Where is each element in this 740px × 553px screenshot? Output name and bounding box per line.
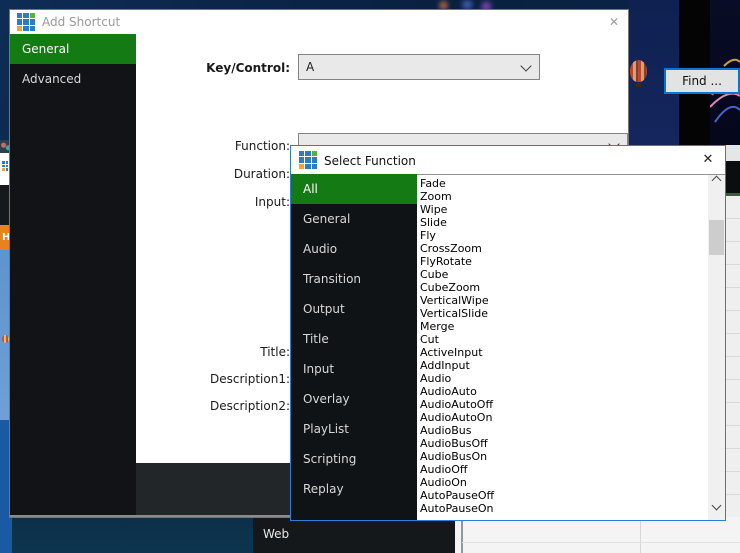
table-gridline — [462, 542, 740, 543]
add-shortcut-title: Add Shortcut — [42, 15, 120, 29]
chevron-down-icon — [520, 60, 531, 71]
title-label: Title: — [140, 345, 290, 359]
add-shortcut-sidebar: GeneralAdvanced — [10, 34, 136, 515]
function-list: FadeZoomWipeSlideFlyCrossZoomFlyRotateCu… — [417, 174, 708, 520]
function-list-item[interactable]: AudioAutoOn — [417, 411, 708, 424]
category-tab[interactable]: All — [291, 174, 417, 204]
function-list-item[interactable]: AudioBusOn — [417, 450, 708, 463]
function-list-item[interactable]: AudioOff — [417, 463, 708, 476]
function-list-item[interactable]: AudioAutoOff — [417, 398, 708, 411]
category-tab[interactable]: Output — [291, 294, 417, 324]
function-list-item[interactable]: AutoPauseOn — [417, 502, 708, 515]
function-list-item[interactable]: Wipe — [417, 203, 708, 216]
add-shortcut-titlebar[interactable]: Add Shortcut ✕ — [10, 10, 628, 34]
key-control-label: Key/Control: — [140, 61, 290, 75]
background-panel-dark — [726, 161, 740, 193]
close-icon[interactable]: ✕ — [699, 152, 717, 168]
duration-label: Duration: — [140, 167, 290, 181]
function-list-item[interactable]: AddInput — [417, 359, 708, 372]
sidebar-tab[interactable]: General — [10, 34, 136, 64]
function-list-item[interactable]: Fly — [417, 229, 708, 242]
function-list-item[interactable]: Slide — [417, 216, 708, 229]
table-divider — [640, 517, 641, 553]
category-tab[interactable]: Title — [291, 324, 417, 354]
vmix-logo-icon — [17, 13, 35, 31]
close-icon[interactable]: ✕ — [605, 14, 623, 30]
function-list-item[interactable]: VerticalSlide — [417, 307, 708, 320]
function-list-item[interactable]: Zoom — [417, 190, 708, 203]
chevron-up-icon — [712, 176, 722, 186]
function-list-item[interactable]: VerticalWipe — [417, 294, 708, 307]
function-list-item[interactable]: Audio — [417, 372, 708, 385]
chevron-down-icon — [712, 501, 722, 511]
scrollbar-thumb[interactable] — [709, 220, 724, 255]
background-panel-light — [726, 145, 740, 161]
function-list-item[interactable]: AudioBus — [417, 424, 708, 437]
function-list-item[interactable]: Cut — [417, 333, 708, 346]
balloon-basket — [636, 83, 641, 87]
function-list-item[interactable]: AudioOn — [417, 476, 708, 489]
input-label: Input: — [140, 195, 290, 209]
function-list-item[interactable]: Cube — [417, 268, 708, 281]
description1-label: Description1: — [140, 372, 290, 386]
web-tab-label[interactable]: Web — [263, 527, 289, 541]
find-button[interactable]: Find ... — [664, 68, 740, 94]
category-tab[interactable]: Input — [291, 354, 417, 384]
function-list-scrollbar[interactable] — [708, 174, 725, 520]
category-tab[interactable]: PlayList — [291, 414, 417, 444]
small-balloon-image — [2, 335, 9, 343]
description2-label: Description2: — [140, 399, 290, 413]
category-tab[interactable]: Audio — [291, 234, 417, 264]
function-list-item[interactable]: ActiveInput — [417, 346, 708, 359]
function-category-sidebar: AllGeneralAudioTransitionOutputTitleInpu… — [291, 174, 417, 520]
shortcut-list-background — [455, 517, 740, 553]
function-list-item[interactable]: FlyRotate — [417, 255, 708, 268]
scroll-down-button[interactable] — [708, 503, 725, 520]
function-list-item[interactable]: AutoPauseOff — [417, 489, 708, 502]
function-list-item[interactable]: Fade — [417, 177, 708, 190]
function-label: Function: — [140, 139, 290, 153]
select-function-title: Select Function — [324, 154, 416, 168]
key-control-combobox[interactable]: A — [298, 54, 540, 80]
select-function-dialog: Select Function ✕ AllGeneralAudioTransit… — [290, 145, 726, 521]
key-control-value: A — [306, 60, 314, 74]
desktop-wallpaper-bottom — [12, 517, 253, 553]
background-table-edge — [726, 196, 740, 553]
hot-air-balloon-image — [630, 60, 647, 82]
select-function-titlebar[interactable]: Select Function ✕ — [291, 146, 725, 174]
vmix-logo-icon — [299, 151, 317, 169]
function-list-item[interactable]: AudioAuto — [417, 385, 708, 398]
table-divider — [461, 517, 463, 553]
category-tab[interactable]: General — [291, 204, 417, 234]
category-tab[interactable]: Transition — [291, 264, 417, 294]
sidebar-tab[interactable]: Advanced — [10, 64, 136, 94]
category-tab[interactable]: Overlay — [291, 384, 417, 414]
function-list-item[interactable]: Merge — [417, 320, 708, 333]
category-tab[interactable]: Scripting — [291, 444, 417, 474]
function-list-item[interactable]: CrossZoom — [417, 242, 708, 255]
function-list-item[interactable]: CubeZoom — [417, 281, 708, 294]
function-list-item[interactable]: AudioBusOff — [417, 437, 708, 450]
category-tab[interactable]: Replay — [291, 474, 417, 504]
screen: Web H Add Shortcut ✕ GeneralAdvanced Key… — [0, 0, 740, 553]
scroll-up-button[interactable] — [708, 175, 725, 192]
